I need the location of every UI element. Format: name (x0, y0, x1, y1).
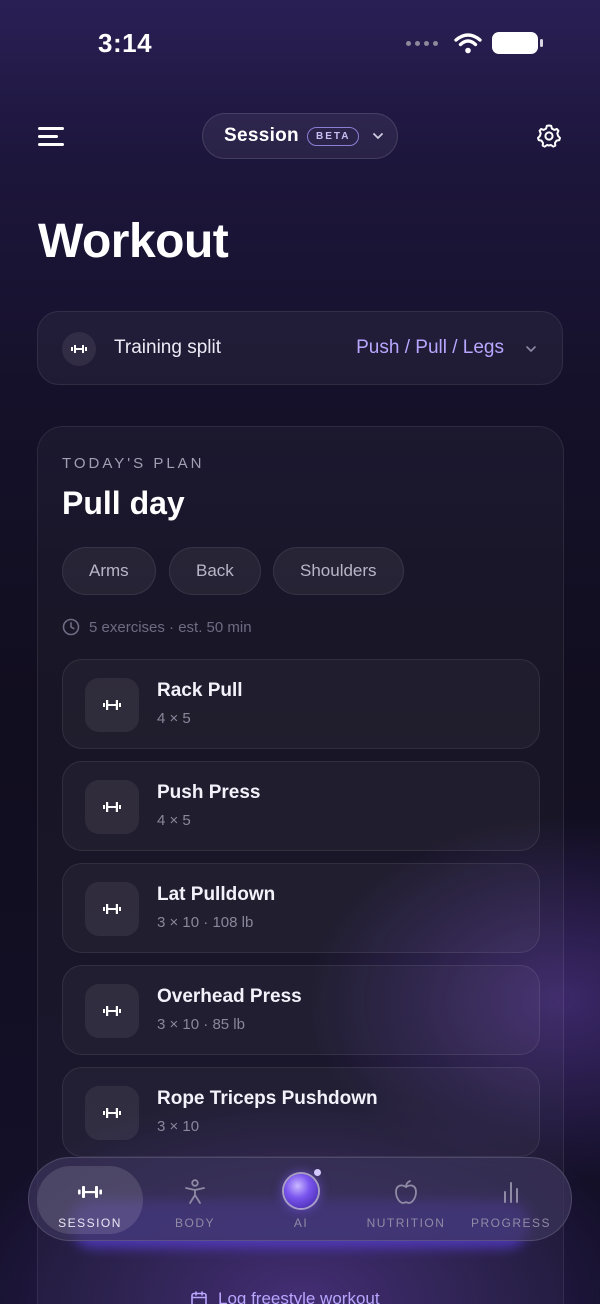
exercise-card[interactable]: Rope Triceps Pushdown 3 × 10 (62, 1067, 540, 1157)
nav-label: BODY (174, 1216, 215, 1230)
dumbbell-icon (85, 678, 139, 732)
exercise-name: Rope Triceps Pushdown (157, 1088, 378, 1109)
exercise-card[interactable]: Push Press 4 × 5 (62, 761, 540, 851)
session-label: Session (224, 125, 299, 146)
exercise-card[interactable]: Lat Pulldown 3 × 10 · 108 lb (62, 863, 540, 953)
plan-meta-text: 5 exercises · est. 50 min (89, 618, 252, 636)
plan-meta: 5 exercises · est. 50 min (62, 618, 252, 636)
plan-eyebrow: TODAY'S PLAN (62, 455, 205, 472)
session-selector[interactable]: Session BETA (202, 113, 398, 159)
exercise-card[interactable]: Overhead Press 3 × 10 · 85 lb (62, 965, 540, 1055)
gear-icon[interactable] (536, 123, 562, 149)
clock-icon (62, 618, 80, 636)
beta-badge: BETA (306, 126, 360, 146)
exercise-name: Overhead Press (157, 986, 302, 1007)
dumbbell-icon (85, 882, 139, 936)
exercise-detail: 3 × 10 · 108 lb (157, 914, 254, 931)
dumbbell-icon (62, 332, 96, 366)
dumbbell-icon (85, 984, 139, 1038)
training-split-selector[interactable]: Training split Push / Pull / Legs (37, 311, 563, 385)
dumbbell-icon (85, 780, 139, 834)
menu-icon[interactable] (38, 127, 64, 147)
exercise-name: Rack Pull (157, 680, 243, 701)
nav-label: NUTRITION (366, 1216, 446, 1230)
nav-label: SESSION (58, 1216, 122, 1230)
plan-title: Pull day (62, 485, 185, 521)
chevron-down-icon (373, 133, 384, 139)
exercise-detail: 3 × 10 · 85 lb (157, 1016, 245, 1033)
apple-icon (393, 1178, 419, 1206)
exercise-detail: 4 × 5 (157, 812, 191, 829)
status-time: 3:14 (98, 28, 153, 58)
nav-nutrition[interactable]: NUTRITION (353, 1158, 459, 1242)
nav-label: PROGRESS (470, 1216, 551, 1230)
muscle-tag[interactable]: Shoulders (273, 547, 404, 595)
nav-progress[interactable]: PROGRESS (458, 1158, 564, 1242)
dumbbell-icon (78, 1178, 102, 1206)
status-icons (406, 32, 543, 54)
exercise-detail: 3 × 10 (157, 1118, 200, 1135)
muscle-tag[interactable]: Arms (62, 547, 156, 595)
bottom-nav: SESSION BODY AI NUTRITION PROGRESS (28, 1157, 572, 1241)
ai-orb-icon (284, 1169, 321, 1208)
nav-body[interactable]: BODY (142, 1158, 248, 1242)
exercise-name: Push Press (157, 782, 261, 803)
log-freestyle-button[interactable]: Log freestyle workout (190, 1289, 380, 1304)
dumbbell-icon (85, 1086, 139, 1140)
nav-label: AI (293, 1216, 309, 1230)
muscle-tag[interactable]: Back (169, 547, 261, 595)
signal-dots-icon (406, 40, 438, 46)
calendar-icon (191, 1291, 207, 1304)
exercise-name: Lat Pulldown (157, 884, 276, 905)
battery-icon (492, 32, 543, 54)
page-title: Workout (38, 215, 229, 268)
person-icon (184, 1178, 206, 1206)
bar-chart-icon (500, 1178, 522, 1206)
nav-session[interactable]: SESSION (37, 1158, 143, 1242)
training-split-label: Training split (114, 337, 222, 358)
nav-ai[interactable]: AI (248, 1158, 354, 1242)
wifi-icon (454, 33, 482, 54)
chevron-down-icon (526, 346, 536, 352)
training-split-value: Push / Pull / Legs (356, 337, 504, 358)
log-freestyle-label: Log freestyle workout (218, 1289, 380, 1304)
exercise-detail: 4 × 5 (157, 710, 191, 727)
exercise-card[interactable]: Rack Pull 4 × 5 (62, 659, 540, 749)
